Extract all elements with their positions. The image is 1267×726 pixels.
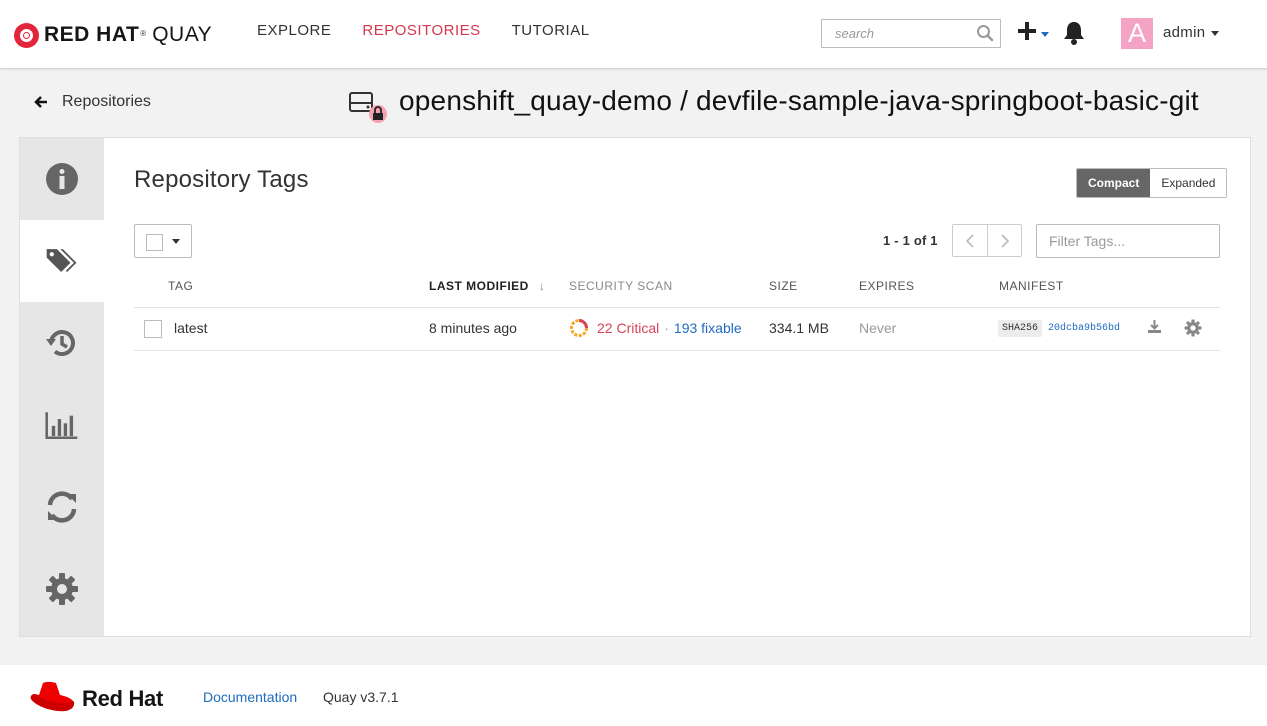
gear-icon[interactable] [1184,319,1202,337]
column-header-manifest[interactable]: MANIFEST [999,279,1064,293]
tab-tags[interactable] [20,220,104,302]
nav-repositories[interactable]: REPOSITORIES [362,22,480,39]
bulk-select-dropdown[interactable] [134,224,192,258]
redhat-logo-icon [30,681,75,712]
download-icon[interactable] [1147,319,1162,334]
sort-arrow-icon: ↓ [538,279,546,293]
history-icon [46,330,75,356]
page-title: Repository Tags [134,166,309,193]
quay-logo[interactable]: RED HAT ® QUAY [14,21,212,49]
tab-history[interactable] [20,302,104,384]
filter-tags-input[interactable] [1037,225,1219,257]
version-label: Quay v3.7.1 [323,689,399,705]
repository-title: openshift_quay-demo / devfile-sample-jav… [399,85,1199,116]
tags-icon [46,249,77,273]
bar-chart-icon [45,412,78,440]
brand-bold-text: RED HAT [44,23,140,46]
chevron-right-icon [1000,233,1009,248]
private-repo-icon [349,92,387,123]
notifications-button[interactable] [1062,20,1086,46]
repository-panel: Repository Tags Compact Expanded 1 - 1 o… [19,137,1251,637]
column-header-expires[interactable]: EXPIRES [859,279,915,293]
filter-tags [1036,224,1220,258]
search-icon[interactable] [976,24,994,42]
expires-value[interactable]: Never [859,320,896,336]
tab-information[interactable] [20,138,104,220]
nav-tutorial[interactable]: TUTORIAL [512,22,590,39]
nav-explore[interactable]: EXPLORE [257,22,331,39]
refresh-icon [47,491,77,523]
row-checkbox[interactable] [144,320,162,338]
table-row-divider [134,350,1220,351]
vulnerability-donut-icon [570,319,588,337]
fixable-count[interactable]: 193 fixable [674,320,742,336]
pagination [952,224,1022,257]
separator: · [664,320,669,336]
next-page-button[interactable] [987,225,1021,256]
column-header-security-scan[interactable]: SECURITY SCAN [569,279,673,293]
chevron-down-icon [1211,30,1220,36]
redhat-logo-icon [14,22,39,48]
top-navbar: RED HAT ® QUAY EXPLORE REPOSITORIES TUTOR… [0,0,1267,69]
table-divider [134,307,1220,308]
tab-settings[interactable] [20,548,104,630]
pagination-info: 1 - 1 of 1 [883,233,938,248]
critical-count: 22 Critical [597,320,660,336]
back-link-label: Repositories [62,93,151,110]
last-modified-label: LAST MODIFIED [429,279,529,293]
bell-icon [1064,22,1084,45]
create-new-menu[interactable] [1017,20,1053,44]
user-menu[interactable]: admin [1163,24,1220,41]
footer-brand: Red Hat [82,686,164,711]
compact-view-button[interactable]: Compact [1077,169,1151,197]
repo-sidebar [20,138,104,636]
select-all-checkbox[interactable] [146,234,163,251]
expanded-view-button[interactable]: Expanded [1150,169,1227,197]
search-input[interactable] [822,20,972,47]
username: admin [1163,24,1206,41]
avatar[interactable]: A [1121,18,1153,49]
footer: Red Hat Documentation Quay v3.7.1 [0,665,1267,726]
column-header-tag[interactable]: TAG [168,279,193,293]
last-modified-value: 8 minutes ago [429,320,517,336]
view-toggle: Compact Expanded [1076,168,1228,198]
brand-mark: ® [140,28,147,38]
main-nav: EXPLORE REPOSITORIES TUTORIAL [257,22,621,39]
info-icon [46,163,78,195]
sha256-badge: SHA256 [998,320,1043,337]
search-box [821,19,1001,48]
size-value: 334.1 MB [769,320,829,336]
tab-usage-logs[interactable] [20,384,104,466]
back-to-repositories-link[interactable]: Repositories [34,93,151,111]
chevron-left-icon [965,233,974,248]
tag-name[interactable]: latest [174,320,207,336]
column-header-size[interactable]: SIZE [769,279,798,293]
tags-content: Repository Tags Compact Expanded 1 - 1 o… [104,138,1250,636]
security-scan-summary[interactable]: 22 Critical · 193 fixable [569,318,742,338]
brand-light-text: QUAY [152,23,213,46]
documentation-link[interactable]: Documentation [203,689,297,705]
previous-page-button[interactable] [953,225,987,256]
gear-icon [46,573,78,605]
manifest-digest-link[interactable]: 20dcba9b56bd [1048,323,1120,334]
arrow-left-icon [34,96,47,108]
tab-mirroring[interactable] [20,466,104,548]
chevron-down-icon [172,239,180,244]
plus-icon [1018,22,1049,40]
column-header-last-modified[interactable]: LAST MODIFIED ↓ [429,279,545,293]
